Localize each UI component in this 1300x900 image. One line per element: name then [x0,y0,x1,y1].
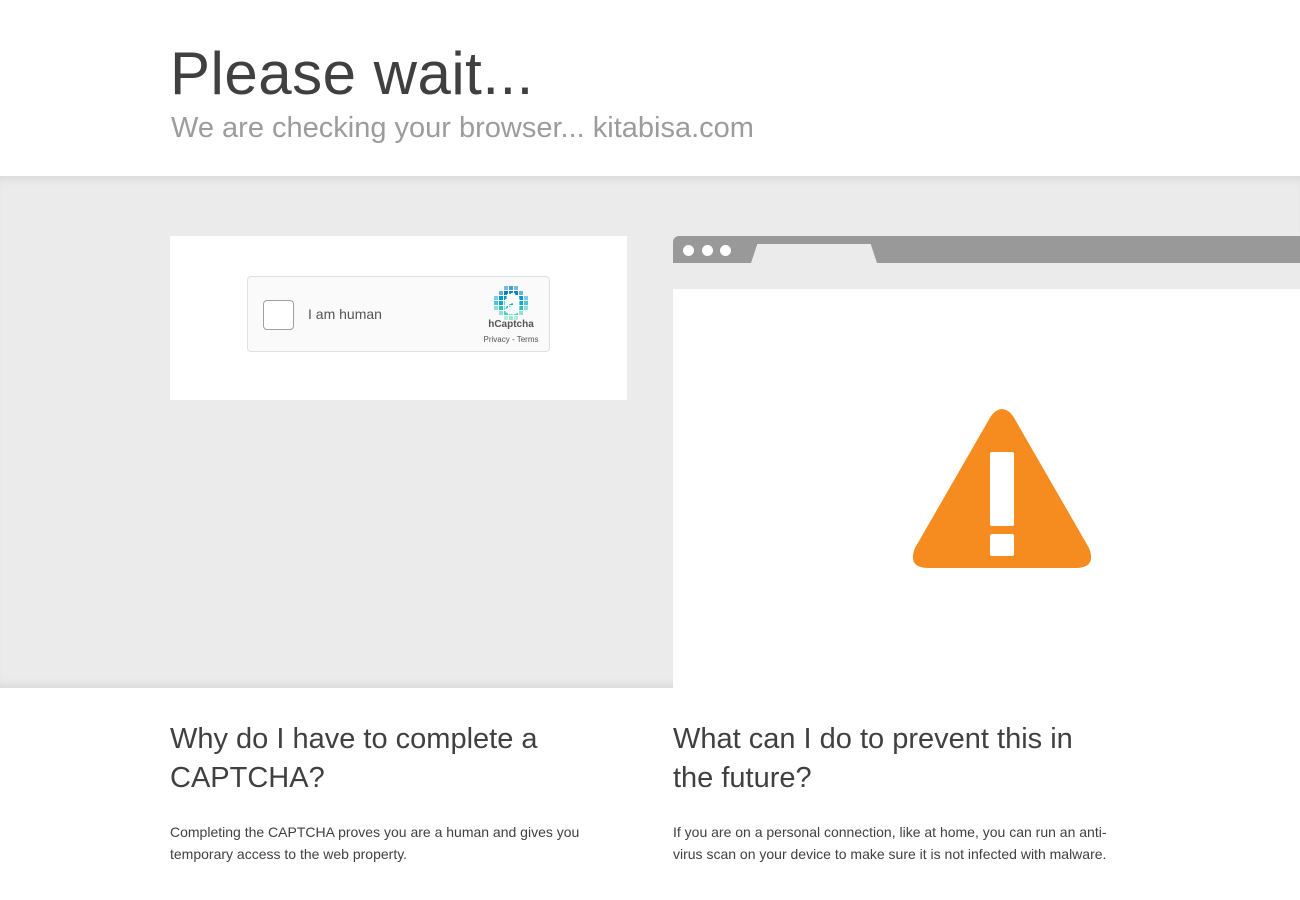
captcha-card: I am human hCaptcha Privacy - Terms [170,236,627,400]
hcaptcha-widget[interactable]: I am human hCaptcha Privacy - Terms [247,276,550,352]
faq-answer: Completing the CAPTCHA proves you are a … [170,824,580,862]
browser-address-bar [673,263,1300,289]
hcaptcha-logo-icon [494,286,528,320]
faq-prevent: What can I do to prevent this in the fut… [673,720,1113,865]
warning-triangle-icon [912,409,1092,568]
hcaptcha-brand: hCaptcha [488,319,534,330]
hcaptcha-links: Privacy - Terms [474,335,548,344]
window-dot-icon [720,245,731,256]
challenge-band: I am human hCaptcha Privacy - Terms [0,176,1300,688]
links-separator: - [511,335,515,344]
faq-question: Why do I have to complete a CAPTCHA? [170,723,538,794]
browser-illustration [673,236,1300,688]
browser-viewport [673,289,1300,688]
faq-question: What can I do to prevent this in the fut… [673,723,1073,794]
faq-why: Why do I have to complete a CAPTCHA? Com… [170,720,610,865]
privacy-link[interactable]: Privacy [484,335,510,344]
checkbox-label: I am human [308,306,382,322]
browser-tab [751,244,877,263]
page-subtitle: We are checking your browser... kitabisa… [171,112,754,144]
page-header: Please wait... We are checking your brow… [0,0,1300,176]
window-dot-icon [683,245,694,256]
page-title: Please wait... [170,40,534,107]
faq-answer: If you are on a personal connection, lik… [673,824,1107,862]
human-checkbox[interactable] [263,300,294,330]
browser-titlebar [673,236,1300,263]
window-dot-icon [702,245,713,256]
terms-link[interactable]: Terms [517,335,539,344]
